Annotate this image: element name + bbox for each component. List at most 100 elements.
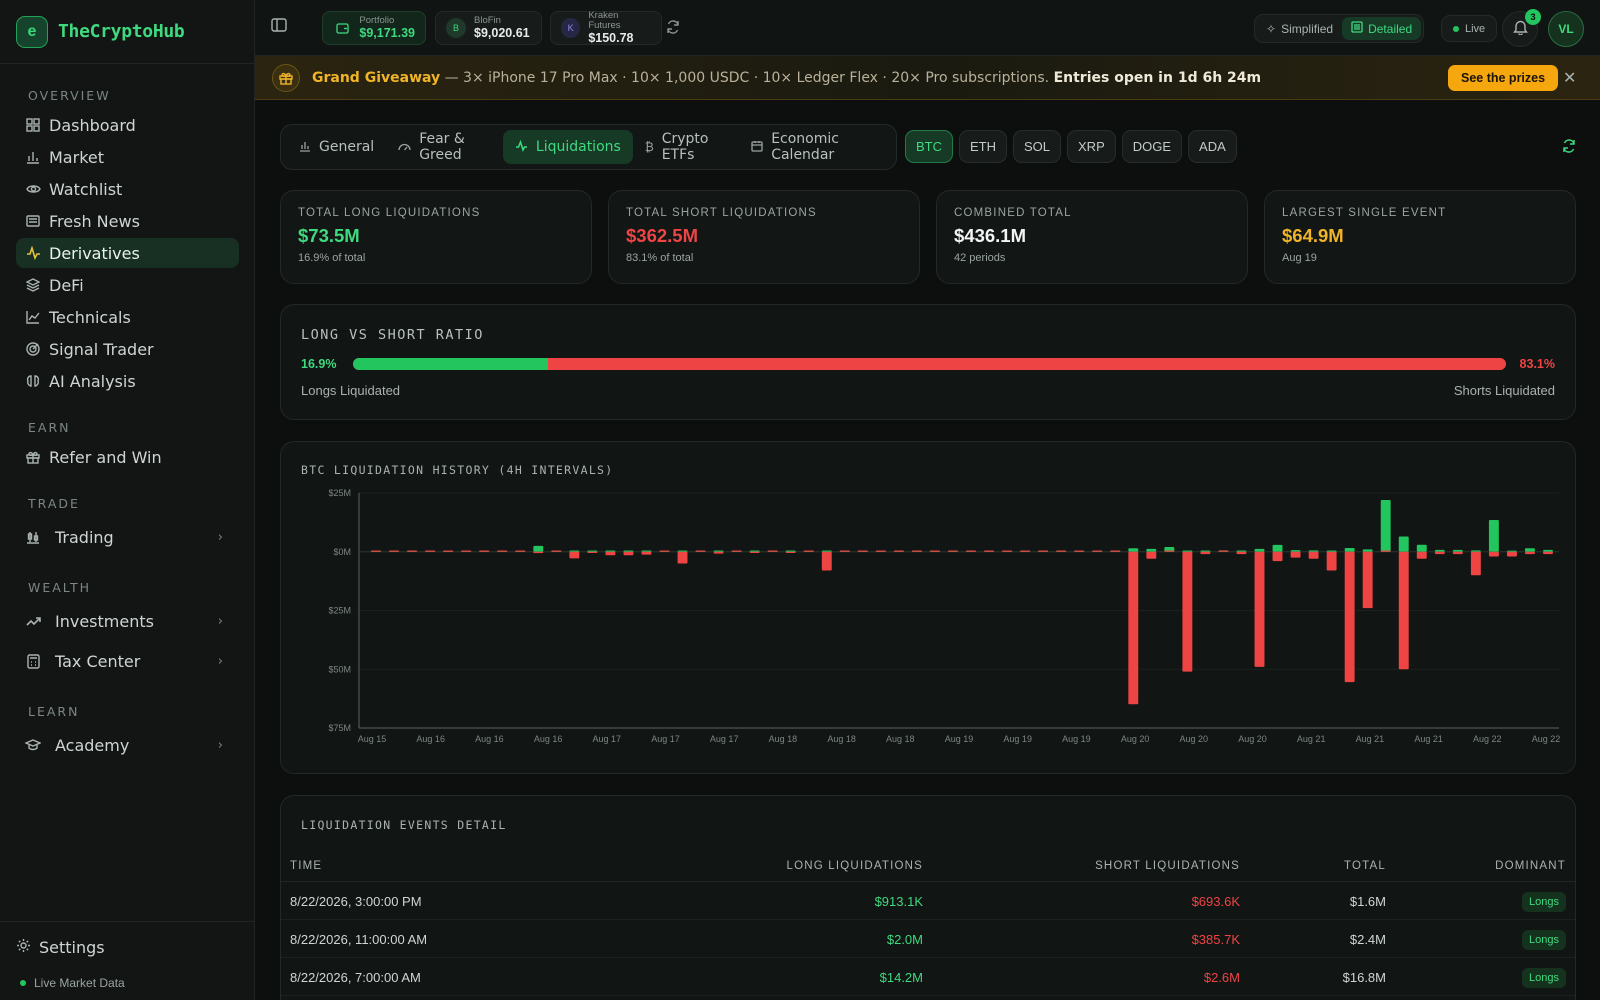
- coin-btc[interactable]: BTC: [905, 130, 953, 163]
- stat-combined-total: COMBINED TOTAL $436.1M 42 periods: [936, 190, 1248, 284]
- coin-xrp[interactable]: XRP: [1067, 130, 1116, 163]
- table-row[interactable]: 8/22/2026, 7:00:00 AM $14.2M $2.6M $16.8…: [281, 958, 1575, 996]
- chart-bar-shorts: [821, 551, 832, 571]
- tab-crypto-etfs[interactable]: ₿ Crypto ETFs: [633, 130, 739, 164]
- y-tick-label: $75M: [328, 723, 351, 733]
- coin-eth[interactable]: ETH: [959, 130, 1007, 163]
- table-row[interactable]: 8/22/2026, 11:00:00 AM $2.0M $385.7K $2.…: [281, 920, 1575, 958]
- detailed-mode-button[interactable]: Detailed: [1342, 17, 1422, 40]
- coin-doge[interactable]: DOGE: [1121, 130, 1183, 163]
- sidebar-item-signal-trader[interactable]: Signal Trader: [16, 334, 239, 364]
- sidebar-item-tax-center[interactable]: Tax Center ›: [16, 643, 239, 679]
- sidebar-item-technicals[interactable]: Technicals: [16, 302, 239, 332]
- chart-bar-longs: [1236, 550, 1247, 552]
- sidebar-item-derivatives[interactable]: Derivatives: [16, 238, 239, 268]
- chart-bar-shorts: [407, 550, 418, 552]
- chart-bar-shorts: [1308, 551, 1319, 559]
- blofin-label: BloFin: [474, 15, 501, 26]
- coin-ada[interactable]: ADA: [1188, 130, 1237, 163]
- simplified-mode-button[interactable]: ✧ Simplified: [1257, 17, 1342, 40]
- sidebar-item-defi[interactable]: DeFi: [16, 270, 239, 300]
- coin-sol[interactable]: SOL: [1013, 130, 1062, 163]
- kraken-balance[interactable]: K Kraken Futures $150.78: [550, 11, 662, 45]
- notifications-button[interactable]: 3: [1502, 9, 1541, 47]
- stat-label: TOTAL SHORT LIQUIDATIONS: [626, 207, 817, 219]
- bitcoin-icon: ₿: [644, 140, 654, 154]
- close-icon[interactable]: ✕: [1563, 68, 1576, 88]
- stat-sub: Aug 19: [1282, 252, 1317, 264]
- sidebar-toggle-icon[interactable]: [271, 17, 293, 39]
- sidebar-item-label: Tax Center: [55, 651, 141, 671]
- chart-bar-longs: [1434, 549, 1445, 552]
- blofin-balance[interactable]: B BloFin $9,020.61: [435, 11, 542, 45]
- stat-label: TOTAL LONG LIQUIDATIONS: [298, 207, 481, 219]
- see-prizes-button[interactable]: See the prizes: [1448, 65, 1559, 91]
- banner-text: Grand Giveaway — 3× iPhone 17 Pro Max · …: [312, 70, 1261, 86]
- brand[interactable]: e TheCryptoHub: [0, 0, 254, 64]
- tab-fear-greed[interactable]: Fear & Greed: [386, 130, 503, 164]
- sidebar-item-label: Dashboard: [49, 115, 136, 135]
- sidebar: e TheCryptoHub OVERVIEW Dashboard Market…: [0, 0, 255, 1000]
- avatar[interactable]: VL: [1548, 11, 1584, 47]
- chart-bar-shorts: [587, 551, 598, 553]
- settings-link[interactable]: Settings: [16, 938, 105, 957]
- dominant-badge: Longs: [1522, 968, 1566, 988]
- chart-bar-shorts: [803, 550, 814, 552]
- sidebar-item-watchlist[interactable]: Watchlist: [16, 174, 239, 204]
- chart-bar-shorts: [1164, 550, 1175, 552]
- tab-economic-calendar[interactable]: Economic Calendar: [739, 130, 890, 164]
- x-tick-label: Aug 16: [534, 734, 563, 744]
- activity-icon: [515, 139, 528, 155]
- ratio-title: LONG VS SHORT RATIO: [301, 327, 484, 343]
- sidebar-item-label: Market: [49, 147, 104, 167]
- sidebar-item-refer[interactable]: Refer and Win: [16, 442, 239, 472]
- chart-bar-longs: [1380, 500, 1391, 552]
- sidebar-item-academy[interactable]: Academy ›: [16, 727, 239, 763]
- chart-bar-shorts: [1254, 551, 1265, 667]
- sidebar-item-trading[interactable]: Trading ›: [16, 519, 239, 555]
- chart-bar-longs: [1543, 549, 1553, 552]
- chart-bar-longs: [1524, 548, 1535, 552]
- trending-up-icon: [25, 613, 41, 629]
- chart-bar-shorts: [1272, 551, 1283, 562]
- x-tick-label: Aug 15: [358, 734, 387, 744]
- portfolio-balance[interactable]: Portfolio $9,171.39: [322, 11, 426, 45]
- cell-total: $1.6M: [1349, 894, 1386, 909]
- chart-bar-shorts: [749, 551, 760, 553]
- tab-label: Liquidations: [535, 139, 621, 155]
- refresh-balances-icon[interactable]: [666, 20, 680, 37]
- sidebar-item-ai-analysis[interactable]: AI Analysis: [16, 366, 239, 396]
- chart-bar-longs: [533, 545, 544, 552]
- tab-general[interactable]: General: [287, 130, 386, 164]
- x-tick-label: Aug 19: [1062, 734, 1091, 744]
- x-tick-label: Aug 17: [593, 734, 622, 744]
- stat-value: $73.5M: [298, 225, 360, 246]
- refresh-icon[interactable]: [1562, 139, 1576, 156]
- sidebar-item-investments[interactable]: Investments ›: [16, 603, 239, 639]
- chart-bar-shorts: [1326, 551, 1337, 571]
- blofin-value: $9,020.61: [474, 26, 530, 40]
- settings-label: Settings: [39, 938, 105, 957]
- section-earn: EARN: [28, 420, 71, 435]
- chart-bar-longs: [1308, 550, 1319, 552]
- sidebar-item-fresh-news[interactable]: Fresh News: [16, 206, 239, 236]
- stat-total-short: TOTAL SHORT LIQUIDATIONS $362.5M 83.1% o…: [608, 190, 920, 284]
- tab-liquidations[interactable]: Liquidations: [502, 130, 633, 164]
- dominant-badge: Longs: [1522, 930, 1566, 950]
- chart-bar-longs: [1506, 550, 1517, 552]
- sidebar-item-dashboard[interactable]: Dashboard: [16, 110, 239, 140]
- sidebar-item-label: Fresh News: [49, 211, 140, 231]
- chart-bar-shorts: [1434, 551, 1445, 555]
- table-row[interactable]: 8/22/2026, 3:00:00 PM $913.1K $693.6K $1…: [281, 882, 1575, 920]
- x-tick-label: Aug 16: [416, 734, 445, 744]
- portfolio-label: Portfolio: [359, 15, 395, 26]
- gift-icon: [272, 64, 300, 92]
- cell-long: $2.0M: [886, 932, 923, 947]
- ratio-long-fill: [353, 358, 548, 370]
- liquidation-history-chart: $25M $0M $25M $50M $75M Aug 15 Aug 16 Aug 16 Aug…: [328, 488, 1560, 744]
- chart-bar-shorts: [1218, 550, 1229, 552]
- live-status[interactable]: Live: [1441, 15, 1498, 42]
- layers-icon: [25, 277, 41, 293]
- x-tick-label: Aug 18: [769, 734, 798, 744]
- sidebar-item-market[interactable]: Market: [16, 142, 239, 172]
